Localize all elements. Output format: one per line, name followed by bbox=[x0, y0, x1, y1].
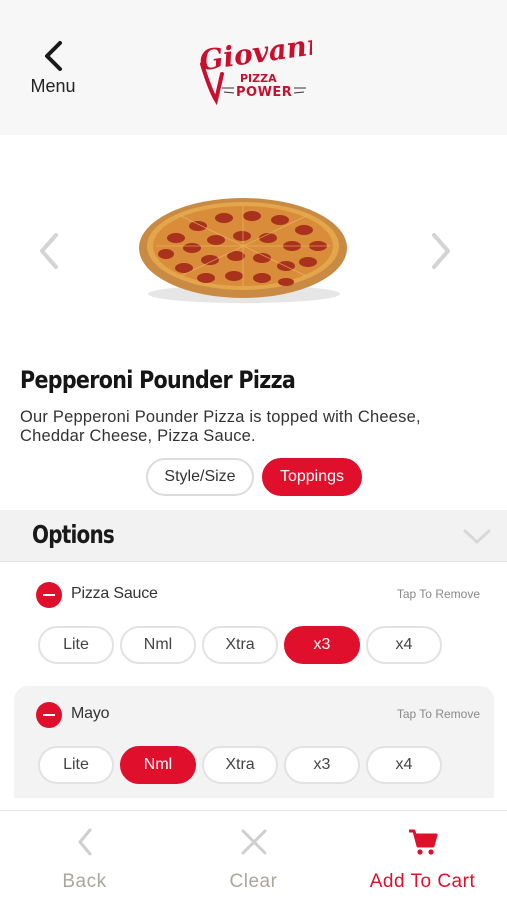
remove-topping-icon[interactable] bbox=[36, 702, 62, 728]
amount-extra-button[interactable]: Xtra bbox=[202, 746, 278, 784]
options-title: Options bbox=[32, 520, 115, 549]
topping-item: Mayo Tap To Remove Lite Nml Xtra x3 x4 bbox=[14, 686, 494, 798]
pizza-image bbox=[139, 198, 347, 303]
topping-name: Pizza Sauce bbox=[71, 585, 158, 602]
cart-icon bbox=[408, 829, 437, 855]
product-tabs: Style/Size Toppings bbox=[146, 458, 362, 498]
next-image-icon[interactable] bbox=[426, 231, 456, 271]
amount-lite-button[interactable]: Lite bbox=[38, 626, 114, 664]
back-label: Back bbox=[62, 871, 107, 892]
prev-image-icon[interactable] bbox=[34, 231, 64, 271]
amount-selector: Lite Nml Xtra x3 x4 bbox=[38, 746, 442, 784]
amount-lite-button[interactable]: Lite bbox=[38, 746, 114, 784]
product-description: Our Pepperoni Pounder Pizza is topped wi… bbox=[20, 408, 421, 445]
add-to-cart-label: Add To Cart bbox=[369, 871, 476, 892]
chevron-down-icon[interactable] bbox=[462, 528, 492, 546]
topping-item: Pizza Sauce Tap To Remove Lite Nml Xtra … bbox=[14, 566, 494, 678]
amount-x3-button[interactable]: x3 bbox=[284, 626, 360, 664]
tab-toppings[interactable]: Toppings bbox=[262, 458, 362, 496]
svg-text:Giovanni's: Giovanni's bbox=[197, 30, 312, 77]
clear-label: Clear bbox=[229, 871, 278, 892]
amount-selector: Lite Nml Xtra x3 x4 bbox=[38, 626, 442, 664]
product-title: Pepperoni Pounder Pizza bbox=[20, 366, 296, 394]
svg-text:PIZZA: PIZZA bbox=[240, 72, 277, 85]
tab-style-size[interactable]: Style/Size bbox=[146, 458, 254, 496]
tap-to-remove-link[interactable]: Tap To Remove bbox=[397, 707, 480, 721]
chevron-left-icon bbox=[45, 41, 62, 71]
menu-label: Menu bbox=[30, 76, 76, 96]
back-button[interactable]: Back bbox=[0, 811, 169, 900]
amount-extra-button[interactable]: Xtra bbox=[202, 626, 278, 664]
amount-x4-button[interactable]: x4 bbox=[366, 746, 442, 784]
amount-x4-button[interactable]: x4 bbox=[366, 626, 442, 664]
amount-normal-button[interactable]: Nml bbox=[120, 626, 196, 664]
menu-back-button[interactable]: Menu bbox=[18, 40, 88, 110]
svg-text:POWER: POWER bbox=[236, 85, 292, 100]
options-section-header[interactable]: Options bbox=[0, 510, 507, 562]
bottom-action-bar: Back Clear Add To Cart bbox=[0, 810, 507, 900]
chevron-left-icon bbox=[78, 828, 91, 856]
add-to-cart-button[interactable]: Add To Cart bbox=[338, 811, 507, 900]
topping-name: Mayo bbox=[71, 705, 110, 722]
close-icon bbox=[241, 829, 266, 855]
product-carousel bbox=[0, 135, 507, 360]
amount-x3-button[interactable]: x3 bbox=[284, 746, 360, 784]
remove-topping-icon[interactable] bbox=[36, 582, 62, 608]
giovannis-logo: Giovanni's PIZZA POWER bbox=[197, 30, 312, 106]
clear-button[interactable]: Clear bbox=[169, 811, 338, 900]
tap-to-remove-link[interactable]: Tap To Remove bbox=[397, 587, 480, 601]
app-header: Menu Giovanni's PIZZA POWER bbox=[0, 0, 507, 135]
amount-normal-button[interactable]: Nml bbox=[120, 746, 196, 784]
